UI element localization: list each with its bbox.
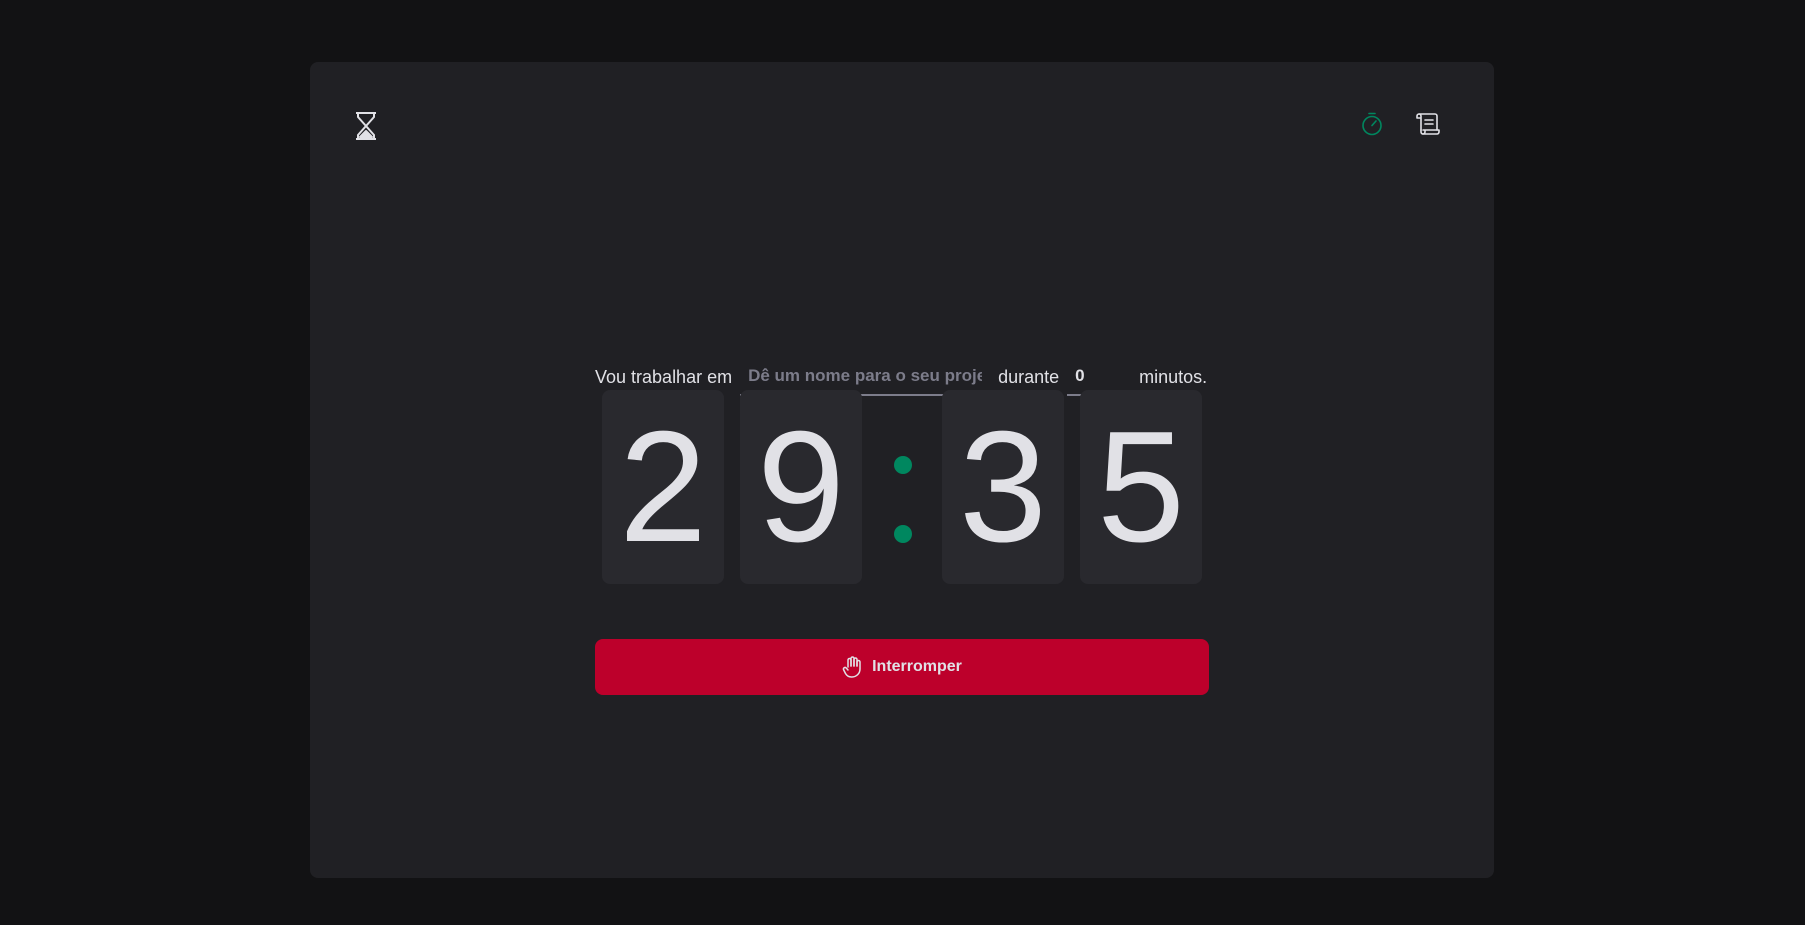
timer-card: Vou trabalhar em durante minutos. 2 9 3 … [310, 62, 1494, 878]
stop-button-label: Interromper [872, 658, 962, 675]
main-nav [1358, 110, 1442, 138]
hand-palm-icon [842, 656, 861, 678]
timer-nav-button[interactable] [1358, 110, 1386, 138]
countdown-display: 2 9 3 5 [602, 390, 1202, 584]
duration-label: durante [998, 366, 1060, 387]
countdown-separator [892, 390, 912, 584]
history-nav-button[interactable] [1414, 110, 1442, 138]
hourglass-icon [354, 111, 378, 141]
stop-button[interactable]: Interromper [595, 639, 1209, 695]
timer-icon [1362, 112, 1382, 136]
header [310, 62, 1494, 192]
minutes-suffix: minutos. [1139, 366, 1208, 387]
countdown-minutes-ones: 9 [740, 390, 862, 584]
scroll-history-icon [1416, 113, 1440, 135]
countdown-seconds-ones: 5 [1080, 390, 1202, 584]
separator-dot [894, 456, 912, 474]
separator-dot [894, 525, 912, 543]
countdown-minutes-tens: 2 [602, 390, 724, 584]
task-label: Vou trabalhar em [595, 366, 733, 387]
countdown-seconds-tens: 3 [942, 390, 1064, 584]
